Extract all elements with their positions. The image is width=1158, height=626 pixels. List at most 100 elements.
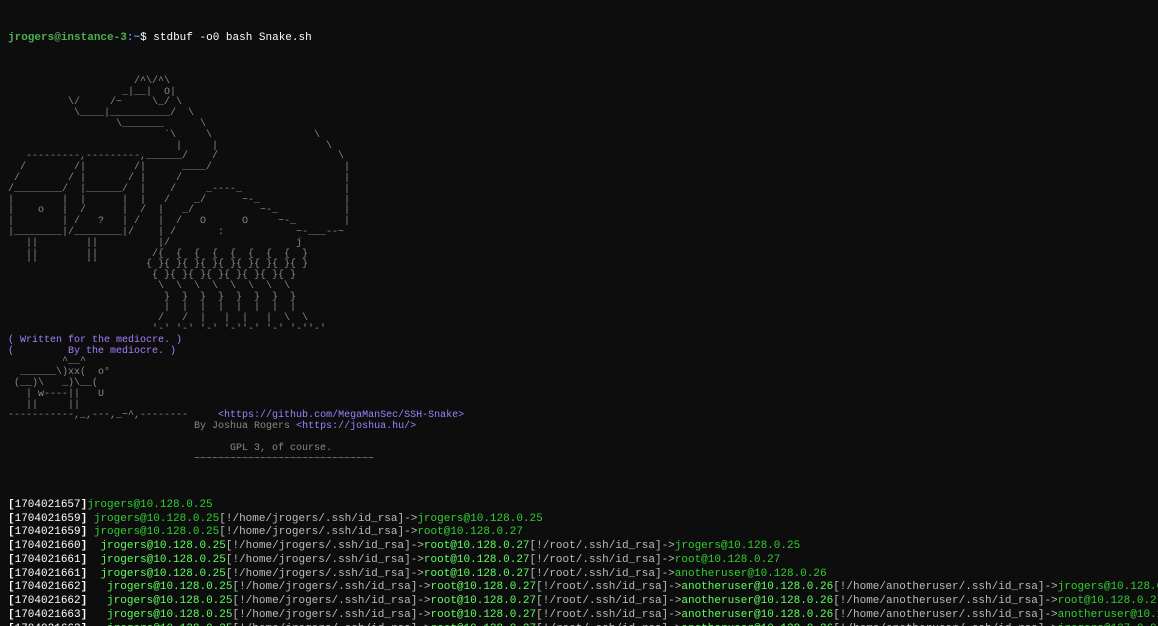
ssh-key-path: [!/root/.ssh/id_rsa]	[530, 568, 662, 580]
license-text: GPL 3, of course.	[230, 443, 332, 454]
ssh-destination: root@10.128.0.27	[675, 554, 781, 566]
ascii-divider: ~~~~~~~~~~~~~~~~~~~~~~~~~~~~~~	[194, 454, 374, 465]
ssh-destination: jrogers@10.128.0.25	[100, 540, 225, 552]
ssh-key-path: [!/home/jrogers/.ssh/id_rsa]	[219, 513, 404, 525]
ssh-key-path: [!/home/jrogers/.ssh/id_rsa]	[226, 568, 411, 580]
ssh-destination: jrogers@10.128.0.25	[94, 526, 219, 538]
ssh-destination: jrogers@10.128.0.25	[107, 595, 232, 607]
ascii-body: /^\/^\ _|__| O| \/ /~ \_/ \ \____|______…	[8, 76, 350, 335]
ssh-key-path: [!/root/.ssh/id_rsa]	[530, 554, 662, 566]
arrow-icon: ->	[404, 513, 417, 525]
shell-prompt-line: jrogers@instance-3:~$ stdbuf -o0 bash Sn…	[8, 32, 1150, 46]
log-timestamp: 1704021661	[15, 568, 81, 580]
log-timestamp: 1704021659	[15, 526, 81, 538]
bracket-open: [	[8, 595, 15, 607]
credit-line-2-close: )	[164, 346, 176, 357]
typed-command: stdbuf -o0 bash Snake.sh	[153, 32, 311, 44]
arrow-icon: ->	[1044, 581, 1057, 593]
log-indent	[87, 609, 107, 621]
credit-line-2-open: (	[8, 346, 68, 357]
log-timestamp: 1704021662	[15, 595, 81, 607]
log-output: [1704021657]jrogers@10.128.0.25[17040216…	[8, 499, 1150, 626]
arrow-icon: ->	[668, 595, 681, 607]
log-line: [1704021661] jrogers@10.128.0.25[!/home/…	[8, 568, 1150, 582]
ssh-key-path: [!/home/anotheruser/.ssh/id_rsa]	[833, 581, 1044, 593]
bracket-open: [	[8, 609, 15, 621]
ssh-destination: jrogers@10.128.0.25	[107, 581, 232, 593]
ssh-destination: jrogers@10.128.0.25	[107, 609, 232, 621]
ssh-destination: root@10.128.0.27	[431, 609, 537, 621]
log-indent	[87, 540, 100, 552]
log-line: [1704021659] jrogers@10.128.0.25[!/home/…	[8, 513, 1150, 527]
prompt-user: jrogers	[8, 32, 54, 44]
arrow-icon: ->	[662, 554, 675, 566]
ssh-destination: jrogers@10.128.0.25	[94, 513, 219, 525]
log-line: [1704021660] jrogers@10.128.0.25[!/home/…	[8, 540, 1150, 554]
ssh-destination: root@10.128.0.27	[431, 595, 537, 607]
ssh-destination: root@10.128.0.27	[424, 540, 530, 552]
log-timestamp: 1704021657	[15, 499, 81, 511]
ssh-key-path: [!/root/.ssh/id_rsa]	[530, 540, 662, 552]
arrow-icon: ->	[662, 568, 675, 580]
log-timestamp: 1704021663	[15, 609, 81, 621]
arrow-icon: ->	[417, 609, 430, 621]
ssh-key-path: [!/root/.ssh/id_rsa]	[536, 581, 668, 593]
log-line: [1704021663] jrogers@10.128.0.25[!/home/…	[8, 609, 1150, 623]
log-timestamp: 1704021660	[15, 540, 81, 552]
prompt-host: instance-3	[61, 32, 127, 44]
terminal-window[interactable]: jrogers@instance-3:~$ stdbuf -o0 bash Sn…	[0, 0, 1158, 626]
ssh-key-path: [!/home/jrogers/.ssh/id_rsa]	[219, 526, 404, 538]
ascii-signature-left: ^__^ ______\)xx( o° (__)\ _)\__( | w----…	[8, 356, 188, 421]
ssh-destination: anotheruser@10.128.0.26	[1058, 609, 1158, 621]
log-indent	[87, 568, 100, 580]
bracket-open: [	[8, 554, 15, 566]
arrow-icon: ->	[411, 554, 424, 566]
arrow-icon: ->	[668, 581, 681, 593]
arrow-icon: ->	[417, 581, 430, 593]
ssh-destination: anotheruser@10.128.0.26	[681, 595, 833, 607]
ssh-destination: anotheruser@10.128.0.26	[681, 581, 833, 593]
log-line: [1704021662] jrogers@10.128.0.25[!/home/…	[8, 595, 1150, 609]
log-indent	[87, 595, 107, 607]
arrow-icon: ->	[1044, 609, 1057, 621]
log-line: [1704021661] jrogers@10.128.0.25[!/home/…	[8, 554, 1150, 568]
ssh-key-path: [!/home/anotheruser/.ssh/id_rsa]	[833, 609, 1044, 621]
ssh-key-path: [!/home/jrogers/.ssh/id_rsa]	[226, 540, 411, 552]
log-indent	[87, 581, 107, 593]
arrow-icon: ->	[417, 595, 430, 607]
log-indent	[87, 554, 100, 566]
credit-line-1-open: (	[8, 335, 20, 346]
arrow-icon: ->	[668, 609, 681, 621]
ssh-destination: root@10.128.0.27	[417, 526, 523, 538]
ssh-key-path: [!/home/jrogers/.ssh/id_rsa]	[232, 609, 417, 621]
ssh-destination: jrogers@10.128.0.25	[87, 499, 212, 511]
ssh-destination: jrogers@10.128.0.25	[1058, 581, 1158, 593]
bracket-open: [	[8, 499, 15, 511]
arrow-icon: ->	[662, 540, 675, 552]
credit-line-1-text: Written for the mediocre.	[20, 335, 170, 346]
ssh-destination: jrogers@10.128.0.25	[417, 513, 542, 525]
ssh-key-path: [!/home/jrogers/.ssh/id_rsa]	[232, 581, 417, 593]
repo-url: <https://github.com/MegaManSec/SSH-Snake…	[218, 410, 464, 421]
bracket-open: [	[8, 581, 15, 593]
ssh-key-path: [!/root/.ssh/id_rsa]	[536, 609, 668, 621]
log-timestamp: 1704021659	[15, 513, 81, 525]
credit-line-2-text: By the mediocre.	[68, 346, 164, 357]
ssh-key-path: [!/home/jrogers/.ssh/id_rsa]	[232, 595, 417, 607]
arrow-icon: ->	[411, 568, 424, 580]
log-timestamp: 1704021662	[15, 581, 81, 593]
bracket-open: [	[8, 526, 15, 538]
arrow-icon: ->	[1044, 595, 1057, 607]
ascii-art-banner: /^\/^\ _|__| O| \/ /~ \_/ \ \____|______…	[8, 77, 1150, 466]
arrow-icon: ->	[411, 540, 424, 552]
ssh-destination: root@10.128.0.27	[424, 554, 530, 566]
ssh-destination: anotheruser@10.128.0.26	[675, 568, 827, 580]
ssh-destination: root@10.128.0.27	[1058, 595, 1158, 607]
ssh-destination: anotheruser@10.128.0.26	[681, 609, 833, 621]
log-line: [1704021657]jrogers@10.128.0.25	[8, 499, 1150, 513]
ssh-destination: jrogers@10.128.0.25	[100, 568, 225, 580]
ssh-destination: jrogers@10.128.0.25	[675, 540, 800, 552]
bracket-open: [	[8, 568, 15, 580]
credit-line-1-close: )	[170, 335, 182, 346]
log-line: [1704021659] jrogers@10.128.0.25[!/home/…	[8, 526, 1150, 540]
